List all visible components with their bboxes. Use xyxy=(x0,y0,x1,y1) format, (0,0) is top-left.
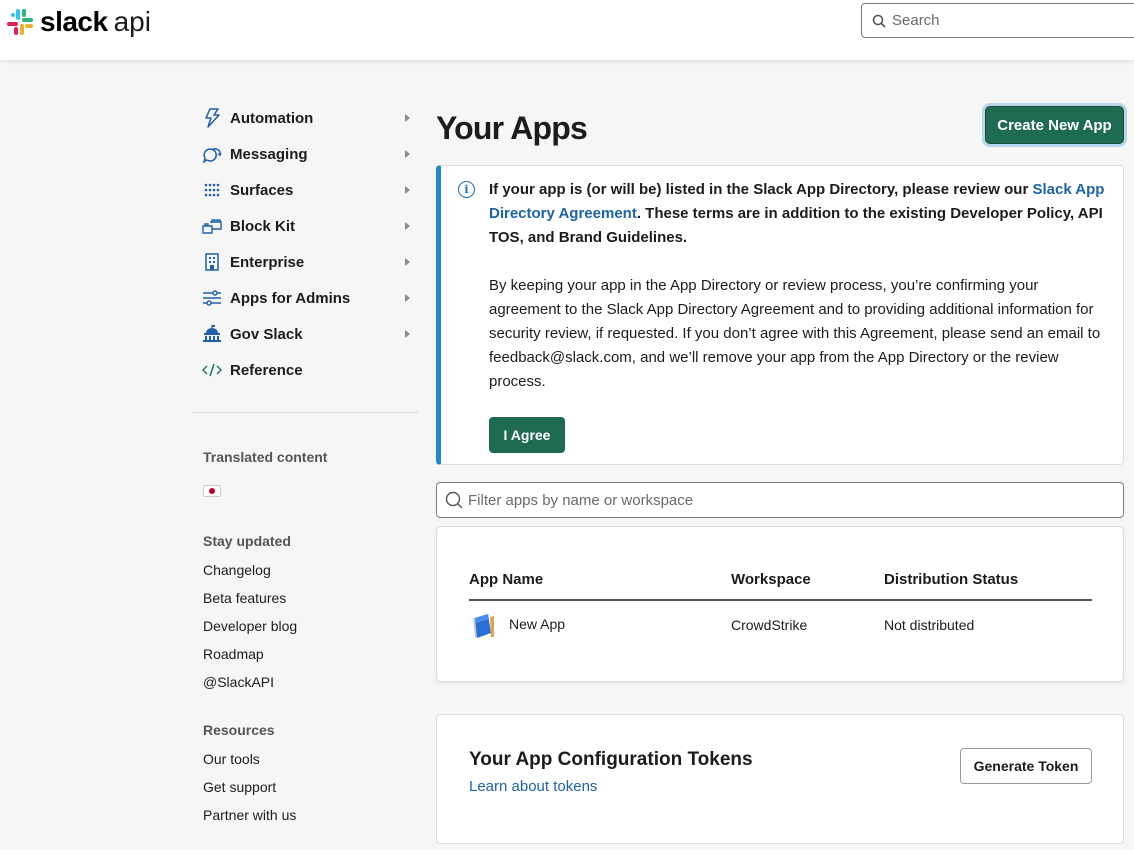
building-icon xyxy=(202,252,222,272)
config-tokens-title: Your App Configuration Tokens xyxy=(469,749,753,770)
sidebar-item-label: Messaging xyxy=(230,145,308,163)
notice-text-primary: If your app is (or will be) listed in th… xyxy=(489,178,1109,250)
sidebar-item-label: Block Kit xyxy=(230,217,296,235)
create-new-app-button[interactable]: Create New App xyxy=(985,106,1124,144)
config-tokens-card: Your App Configuration Tokens Learn abou… xyxy=(436,714,1124,844)
sidebar: Automation Messaging Surfaces Block Kit xyxy=(192,100,418,829)
search-input[interactable] xyxy=(892,12,1132,29)
sliders-icon xyxy=(202,288,222,308)
sidebar-item-gov-slack[interactable]: Gov Slack xyxy=(192,316,418,352)
chevron-right-icon xyxy=(405,330,410,338)
sidebar-item-messaging[interactable]: Messaging xyxy=(192,136,418,172)
info-icon: i xyxy=(458,181,475,198)
i-agree-button[interactable]: I Agree xyxy=(489,417,565,453)
app-workspace: CrowdStrike xyxy=(731,617,808,633)
directory-agreement-notice: i If your app is (or will be) listed in … xyxy=(436,165,1124,465)
page-title: Your Apps xyxy=(436,110,588,146)
logo-suffix-text: api xyxy=(113,6,151,37)
sidebar-link-developer-blog[interactable]: Developer blog xyxy=(192,612,418,640)
column-header-distribution-status[interactable]: Distribution Status xyxy=(884,571,1018,588)
sidebar-link-roadmap[interactable]: Roadmap xyxy=(192,640,418,668)
sidebar-link-our-tools[interactable]: Our tools xyxy=(192,745,418,773)
sidebar-item-block-kit[interactable]: Block Kit xyxy=(192,208,418,244)
search-icon xyxy=(445,491,463,509)
sidebar-divider xyxy=(192,412,418,413)
table-header-divider xyxy=(469,599,1092,601)
sidebar-link-partner-with-us[interactable]: Partner with us xyxy=(192,801,418,829)
sidebar-link-get-support[interactable]: Get support xyxy=(192,773,418,801)
capitol-icon xyxy=(202,324,222,344)
sidebar-item-label: Gov Slack xyxy=(230,325,303,343)
blocks-icon xyxy=(202,216,222,236)
sidebar-item-label: Surfaces xyxy=(230,181,294,199)
notebook-icon xyxy=(473,614,494,638)
search-box[interactable] xyxy=(861,3,1134,38)
learn-about-tokens-link[interactable]: Learn about tokens xyxy=(469,778,597,795)
grid-dots-icon xyxy=(202,180,222,200)
chat-bubble-icon xyxy=(202,144,222,164)
code-icon xyxy=(202,360,222,380)
resources-heading: Resources xyxy=(203,722,275,738)
sidebar-item-label: Automation xyxy=(230,109,314,127)
notice-text-secondary: By keeping your app in the App Directory… xyxy=(489,277,1101,390)
sidebar-item-reference[interactable]: Reference xyxy=(192,352,418,388)
sidebar-item-label: Apps for Admins xyxy=(230,289,351,307)
slack-logo-icon xyxy=(7,9,33,35)
filter-box[interactable] xyxy=(436,482,1124,518)
sidebar-item-automation[interactable]: Automation xyxy=(192,100,418,136)
sidebar-item-apps-for-admins[interactable]: Apps for Admins xyxy=(192,280,418,316)
sidebar-link-slackapi[interactable]: @SlackAPI xyxy=(192,668,418,696)
generate-token-button[interactable]: Generate Token xyxy=(960,748,1092,784)
chevron-right-icon xyxy=(405,150,410,158)
sidebar-item-enterprise[interactable]: Enterprise xyxy=(192,244,418,280)
sidebar-item-label: Enterprise xyxy=(230,253,305,271)
translated-content-heading: Translated content xyxy=(203,449,328,465)
logo-brand-text: slack xyxy=(40,6,108,37)
notice-text-before: If your app is (or will be) listed in th… xyxy=(489,181,1033,198)
top-bar: slack api xyxy=(0,0,1134,60)
chevron-right-icon xyxy=(405,258,410,266)
chevron-right-icon xyxy=(405,222,410,230)
stay-updated-heading: Stay updated xyxy=(203,533,291,549)
japan-flag-icon[interactable] xyxy=(203,485,221,497)
chevron-right-icon xyxy=(405,186,410,194)
lightning-icon xyxy=(202,108,222,128)
column-header-app-name[interactable]: App Name xyxy=(469,571,543,588)
slack-api-logo[interactable]: slack api xyxy=(6,6,151,38)
app-name-link[interactable]: New App xyxy=(509,616,565,632)
apps-table-card: App Name Workspace Distribution Status N… xyxy=(436,526,1124,682)
sidebar-link-changelog[interactable]: Changelog xyxy=(192,556,418,584)
column-header-workspace[interactable]: Workspace xyxy=(731,571,811,588)
search-icon xyxy=(872,14,886,28)
chevron-right-icon xyxy=(405,114,410,122)
app-distribution-status: Not distributed xyxy=(884,617,975,633)
sidebar-item-label: Reference xyxy=(230,361,303,379)
sidebar-item-surfaces[interactable]: Surfaces xyxy=(192,172,418,208)
chevron-right-icon xyxy=(405,294,410,302)
sidebar-link-beta-features[interactable]: Beta features xyxy=(192,584,418,612)
filter-apps-input[interactable] xyxy=(468,491,1108,509)
